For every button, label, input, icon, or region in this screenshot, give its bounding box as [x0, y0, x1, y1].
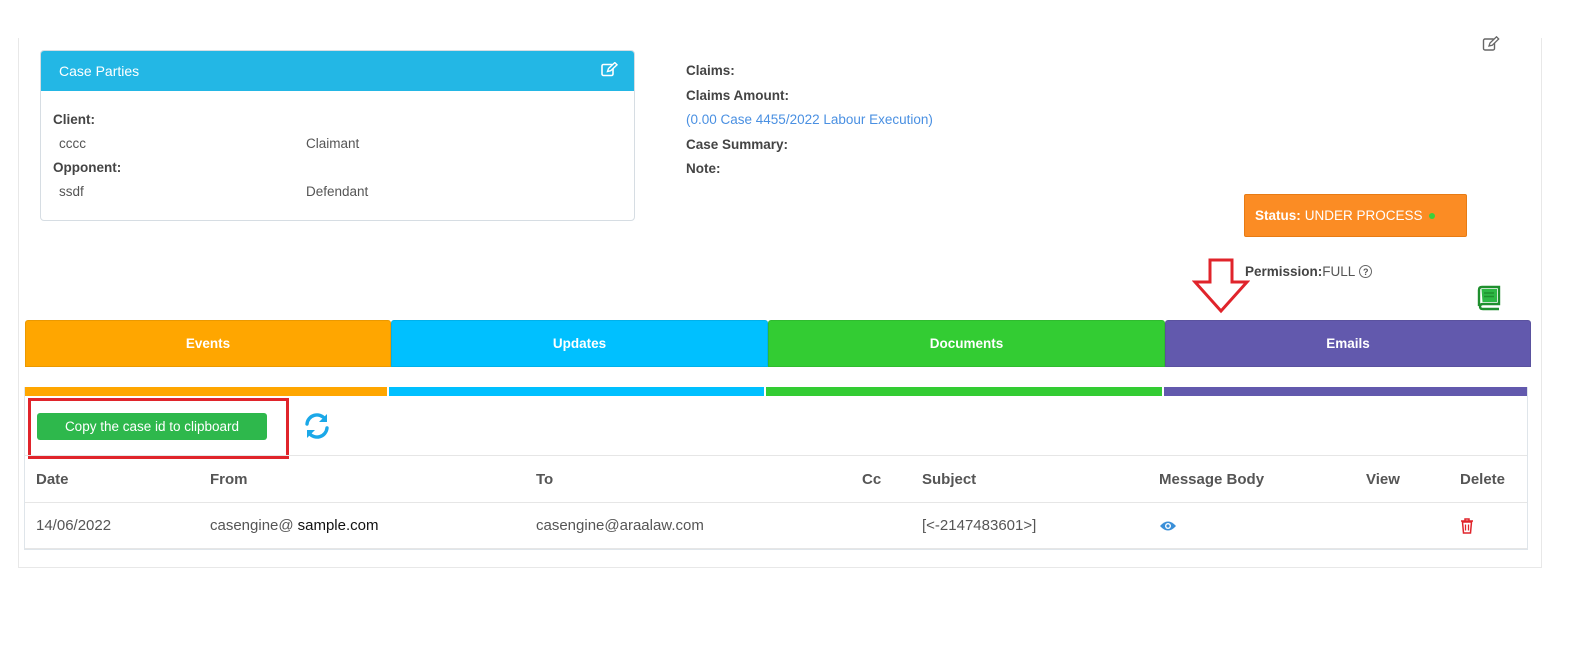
- permission-info: Permission: FULL ?: [1245, 264, 1373, 279]
- opponent-role: Defendant: [306, 184, 369, 199]
- case-parties-panel: Case Parties Client: cccc Claimant Oppon…: [40, 50, 635, 221]
- col-date: Date: [36, 470, 69, 488]
- tab-documents[interactable]: Documents: [768, 320, 1165, 367]
- row-date: 14/06/2022: [36, 517, 112, 534]
- col-from: From: [210, 470, 248, 488]
- client-name: cccc: [59, 136, 86, 151]
- row-to: casengine@araalaw.com: [536, 517, 704, 534]
- opponent-row: ssdf Defendant: [53, 183, 622, 207]
- edit-case-parties-icon[interactable]: [601, 61, 619, 80]
- case-info: Claims: Claims Amount: (0.00 Case 4455/2…: [686, 62, 933, 185]
- status-dot-icon: [1428, 212, 1435, 219]
- case-parties-title: Case Parties: [59, 63, 140, 79]
- status-value: UNDER PROCESS: [1304, 208, 1423, 223]
- book-icon[interactable]: [1474, 284, 1502, 312]
- tab-updates[interactable]: Updates: [391, 320, 768, 367]
- col-delete: Delete: [1460, 470, 1506, 488]
- permission-value: FULL: [1322, 264, 1356, 279]
- refresh-icon[interactable]: [302, 411, 332, 441]
- col-subject: Subject: [922, 470, 977, 488]
- arrow-down-icon: [1191, 258, 1251, 314]
- status-badge: Status: UNDER PROCESS: [1244, 194, 1467, 237]
- trash-icon[interactable]: [1460, 503, 1474, 548]
- row-from-domain: sample.com: [297, 517, 379, 534]
- status-label: Status:: [1255, 208, 1301, 223]
- client-role: Claimant: [306, 136, 360, 151]
- help-icon[interactable]: ?: [1359, 265, 1373, 278]
- col-message-body: Message Body: [1159, 470, 1265, 488]
- permission-label: Permission:: [1245, 264, 1323, 279]
- col-cc: Cc: [862, 470, 882, 488]
- eye-icon[interactable]: [1159, 503, 1177, 548]
- col-view: View: [1366, 470, 1400, 488]
- tab-events[interactable]: Events: [25, 320, 391, 367]
- case-tabs: Events Updates Documents Emails: [25, 320, 1531, 367]
- emails-table-header: Date From To Cc Subject Message Body Vie…: [25, 455, 1527, 503]
- edit-icon[interactable]: [1482, 35, 1500, 52]
- case-summary-label: Case Summary:: [686, 136, 789, 152]
- opponent-name: ssdf: [59, 184, 84, 199]
- copy-case-id-button[interactable]: Copy the case id to clipboard: [37, 413, 267, 440]
- claims-amount-link[interactable]: (0.00 Case 4455/2022 Labour Execution): [686, 111, 933, 136]
- tab-emails[interactable]: Emails: [1165, 320, 1531, 367]
- row-from: casengine@ sample.com: [210, 503, 378, 548]
- claims-amount-label: Claims Amount:: [686, 87, 790, 103]
- table-row[interactable]: 14/06/2022 casengine@ sample.com casengi…: [25, 503, 1527, 549]
- claims-label: Claims:: [686, 63, 735, 78]
- col-to: To: [536, 470, 554, 488]
- row-from-user: casengine@: [210, 517, 294, 534]
- case-parties-header: Case Parties: [41, 51, 634, 91]
- row-subject: [<-2147483601>]: [922, 517, 1037, 534]
- client-label: Client:: [53, 112, 95, 127]
- client-row: cccc Claimant: [53, 135, 622, 159]
- opponent-label: Opponent:: [53, 160, 122, 175]
- note-label: Note:: [686, 161, 721, 176]
